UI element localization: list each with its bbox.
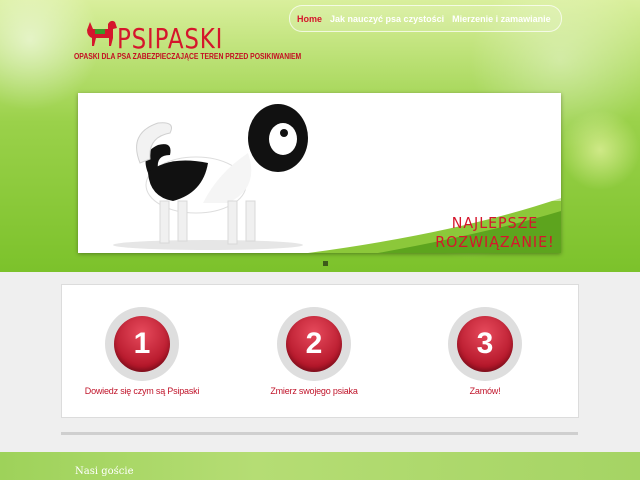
step-2[interactable]: 2 Zmierz swojego psiaka bbox=[239, 307, 389, 396]
main-navigation: Home Jak nauczyć psa czystości Mierzenie… bbox=[289, 5, 562, 32]
slide-caption: NAJLEPSZE ROZWIĄZANIE! bbox=[436, 214, 555, 252]
slider-prev-arrow-icon[interactable]: ‹ bbox=[78, 167, 92, 201]
nav-item-home[interactable]: Home bbox=[297, 14, 322, 24]
logo-tagline: OPASKI DLA PSA ZABEZPIECZAJĄCE TEREN PRZ… bbox=[74, 52, 302, 61]
dog-photo-icon bbox=[136, 104, 308, 245]
slide-caption-line1: NAJLEPSZE bbox=[452, 214, 539, 232]
steps-panel: 1 Dowiedz się czym są Psipaski 2 Zmierz … bbox=[61, 284, 579, 418]
dog-logo-icon bbox=[87, 20, 117, 46]
nav-item-measure-order[interactable]: Mierzenie i zamawianie bbox=[452, 14, 551, 24]
section-divider bbox=[61, 432, 578, 435]
step-1-number: 1 bbox=[114, 316, 170, 372]
site-logo[interactable]: PSIPASKI OPASKI DLA PSA ZABEZPIECZAJĄCE … bbox=[74, 16, 301, 66]
logo-wordmark: PSIPASKI bbox=[117, 22, 224, 55]
step-2-ring: 2 bbox=[277, 307, 351, 381]
slide-caption-line2: ROZWIĄZANIE! bbox=[435, 233, 555, 251]
nav-item-training[interactable]: Jak nauczyć psa czystości bbox=[330, 14, 444, 24]
slider-pagination-dot[interactable] bbox=[323, 261, 328, 266]
step-3-number: 3 bbox=[457, 316, 513, 372]
step-1-label[interactable]: Dowiedz się czym są Psipaski bbox=[67, 386, 217, 396]
step-2-label[interactable]: Zmierz swojego psiaka bbox=[239, 386, 389, 396]
step-3-label[interactable]: Zamów! bbox=[410, 386, 560, 396]
step-1[interactable]: 1 Dowiedz się czym są Psipaski bbox=[67, 307, 217, 396]
step-3[interactable]: 3 Zamów! bbox=[410, 307, 560, 396]
step-1-ring: 1 bbox=[105, 307, 179, 381]
footer-section-title: Nasi goście bbox=[75, 466, 134, 477]
hero-slider[interactable]: NAJLEPSZE ROZWIĄZANIE! bbox=[78, 93, 561, 253]
step-2-number: 2 bbox=[286, 316, 342, 372]
step-3-ring: 3 bbox=[448, 307, 522, 381]
slider-next-arrow-icon[interactable]: › bbox=[547, 167, 561, 201]
